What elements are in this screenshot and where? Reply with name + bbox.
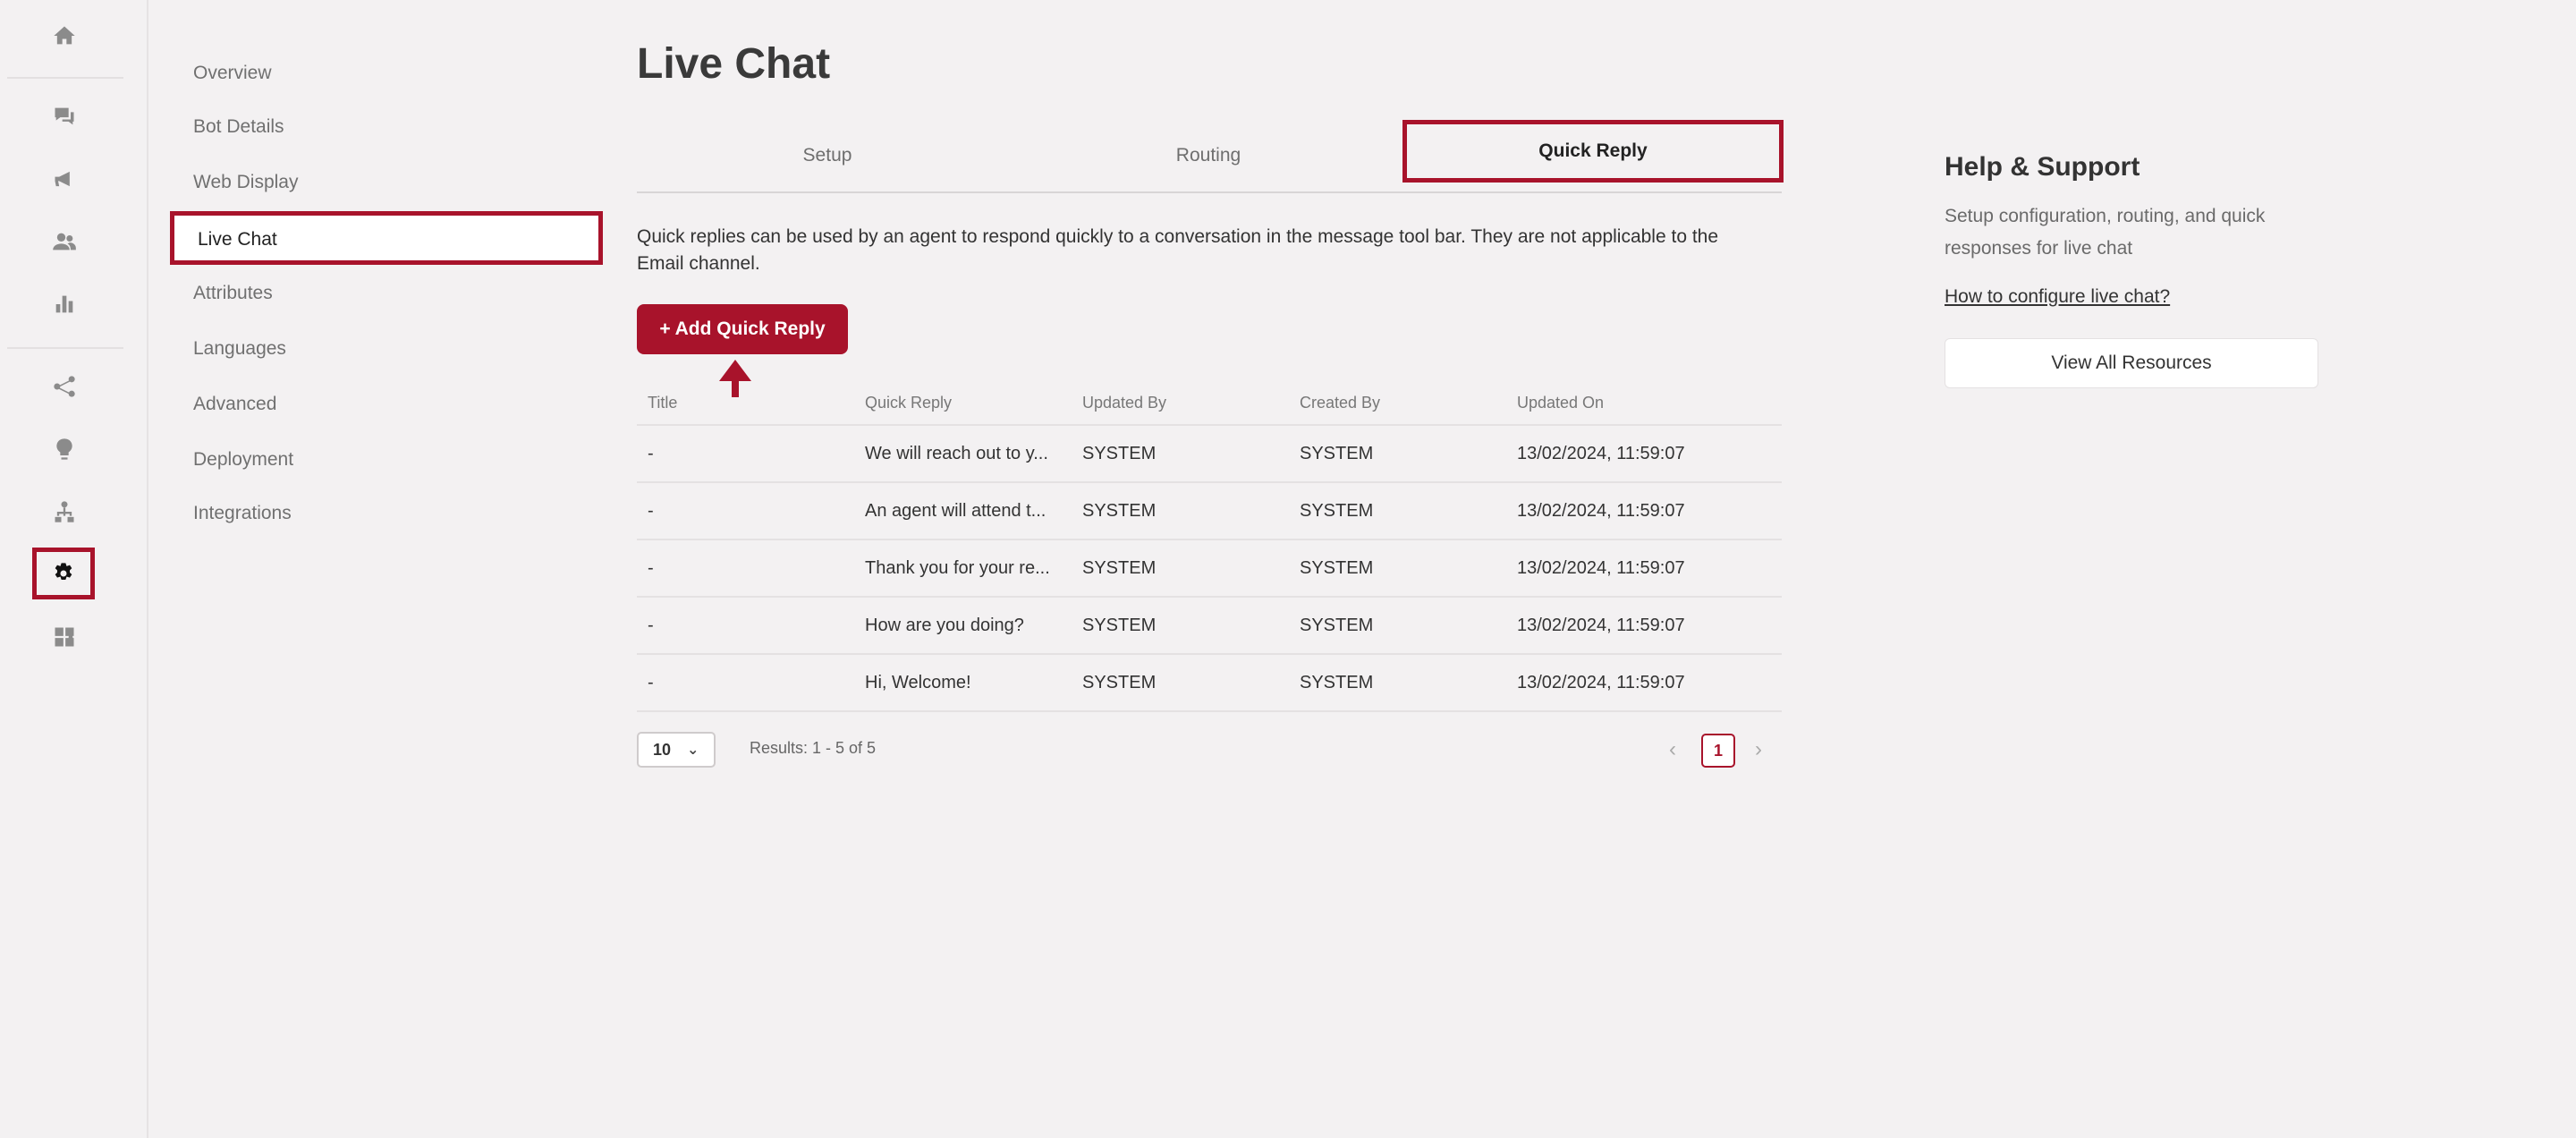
- flow-icon[interactable]: [38, 360, 91, 413]
- rail-divider: [7, 77, 123, 79]
- intro-text: Quick replies can be used by an agent to…: [637, 226, 1719, 274]
- cell-title: -: [637, 424, 854, 482]
- cell-updated-by: SYSTEM: [1072, 424, 1289, 482]
- help-description: Setup configuration, routing, and quick …: [1945, 206, 2266, 259]
- menu-item-deployment[interactable]: Deployment: [193, 442, 293, 478]
- cell-quick-reply: Thank you for your re...: [854, 539, 1072, 597]
- cell-created-by: SYSTEM: [1289, 596, 1506, 654]
- tab-quick-reply[interactable]: Quick Reply: [1402, 120, 1784, 183]
- cell-title: -: [637, 596, 854, 654]
- rail-divider: [7, 347, 123, 349]
- menu-item-live-chat[interactable]: Live Chat: [170, 211, 603, 265]
- add-quick-reply-button[interactable]: + Add Quick Reply: [637, 304, 848, 354]
- cell-updated-on: 13/02/2024, 11:59:07: [1506, 596, 1782, 654]
- cell-updated-on: 13/02/2024, 11:59:07: [1506, 539, 1782, 597]
- next-page-icon[interactable]: ›: [1755, 737, 1762, 762]
- menu-item-languages[interactable]: Languages: [193, 331, 286, 367]
- megaphone-icon[interactable]: [38, 152, 91, 206]
- menu-item-bot-details[interactable]: Bot Details: [193, 109, 284, 145]
- cell-created-by: SYSTEM: [1289, 653, 1506, 712]
- table-row[interactable]: - Hi, Welcome! SYSTEM SYSTEM 13/02/2024,…: [637, 653, 1782, 712]
- users-icon[interactable]: [38, 215, 91, 268]
- cell-updated-on: 13/02/2024, 11:59:07: [1506, 481, 1782, 539]
- cell-created-by: SYSTEM: [1289, 424, 1506, 482]
- column-header-created-by[interactable]: Created By: [1289, 381, 1506, 425]
- cell-updated-on: 13/02/2024, 11:59:07: [1506, 653, 1782, 712]
- bar-chart-icon[interactable]: [38, 277, 91, 331]
- column-header-quick-reply[interactable]: Quick Reply: [854, 381, 1072, 425]
- column-header-updated-on[interactable]: Updated On: [1506, 381, 1782, 425]
- quick-reply-table: Title Quick Reply Updated By Created By …: [637, 381, 1782, 712]
- table-row[interactable]: - Thank you for your re... SYSTEM SYSTEM…: [637, 539, 1782, 597]
- column-header-title[interactable]: Title: [637, 381, 854, 425]
- cell-created-by: SYSTEM: [1289, 539, 1506, 597]
- tab-setup[interactable]: Setup: [637, 122, 1018, 190]
- page-title: Live Chat: [637, 40, 831, 88]
- menu-item-web-display[interactable]: Web Display: [193, 165, 299, 200]
- icon-rail: [0, 0, 148, 1138]
- cell-updated-by: SYSTEM: [1072, 653, 1289, 712]
- cell-title: -: [637, 539, 854, 597]
- cell-updated-by: SYSTEM: [1072, 539, 1289, 597]
- chevron-down-icon: ⌄: [687, 743, 699, 758]
- puzzle-icon[interactable]: [38, 610, 91, 664]
- page-size-select[interactable]: 10 ⌄: [637, 732, 716, 768]
- home-icon[interactable]: [38, 9, 91, 63]
- page-size-value: 10: [653, 740, 672, 759]
- table-header-row: Title Quick Reply Updated By Created By …: [637, 381, 1782, 425]
- hierarchy-icon[interactable]: [38, 485, 91, 539]
- cell-title: -: [637, 481, 854, 539]
- cell-created-by: SYSTEM: [1289, 481, 1506, 539]
- menu-item-overview[interactable]: Overview: [193, 55, 272, 91]
- column-header-updated-by[interactable]: Updated By: [1072, 381, 1289, 425]
- cell-title: -: [637, 653, 854, 712]
- tab-routing[interactable]: Routing: [1018, 122, 1399, 190]
- table-row[interactable]: - We will reach out to y... SYSTEM SYSTE…: [637, 424, 1782, 482]
- table-row[interactable]: - How are you doing? SYSTEM SYSTEM 13/02…: [637, 596, 1782, 654]
- prev-page-icon[interactable]: ‹: [1669, 737, 1676, 762]
- chat-icon[interactable]: [38, 89, 91, 143]
- help-title: Help & Support: [1945, 152, 2140, 182]
- gear-icon[interactable]: [32, 548, 95, 599]
- tab-bar: Setup Routing Quick Reply: [637, 120, 1784, 193]
- lightbulb-icon[interactable]: [38, 422, 91, 476]
- cell-updated-on: 13/02/2024, 11:59:07: [1506, 424, 1782, 482]
- view-all-resources-button[interactable]: View All Resources: [1945, 338, 2318, 388]
- menu-item-advanced[interactable]: Advanced: [193, 386, 276, 422]
- menu-item-integrations[interactable]: Integrations: [193, 496, 292, 531]
- cell-quick-reply: How are you doing?: [854, 596, 1072, 654]
- results-count: Results: 1 - 5 of 5: [750, 739, 877, 757]
- cell-updated-by: SYSTEM: [1072, 596, 1289, 654]
- help-configure-link[interactable]: How to configure live chat?: [1945, 286, 2170, 308]
- cell-updated-by: SYSTEM: [1072, 481, 1289, 539]
- table-row[interactable]: - An agent will attend t... SYSTEM SYSTE…: [637, 481, 1782, 539]
- cell-quick-reply: Hi, Welcome!: [854, 653, 1072, 712]
- menu-item-attributes[interactable]: Attributes: [193, 276, 273, 311]
- cell-quick-reply: An agent will attend t...: [854, 481, 1072, 539]
- page-button-1[interactable]: 1: [1701, 734, 1735, 768]
- cell-quick-reply: We will reach out to y...: [854, 424, 1072, 482]
